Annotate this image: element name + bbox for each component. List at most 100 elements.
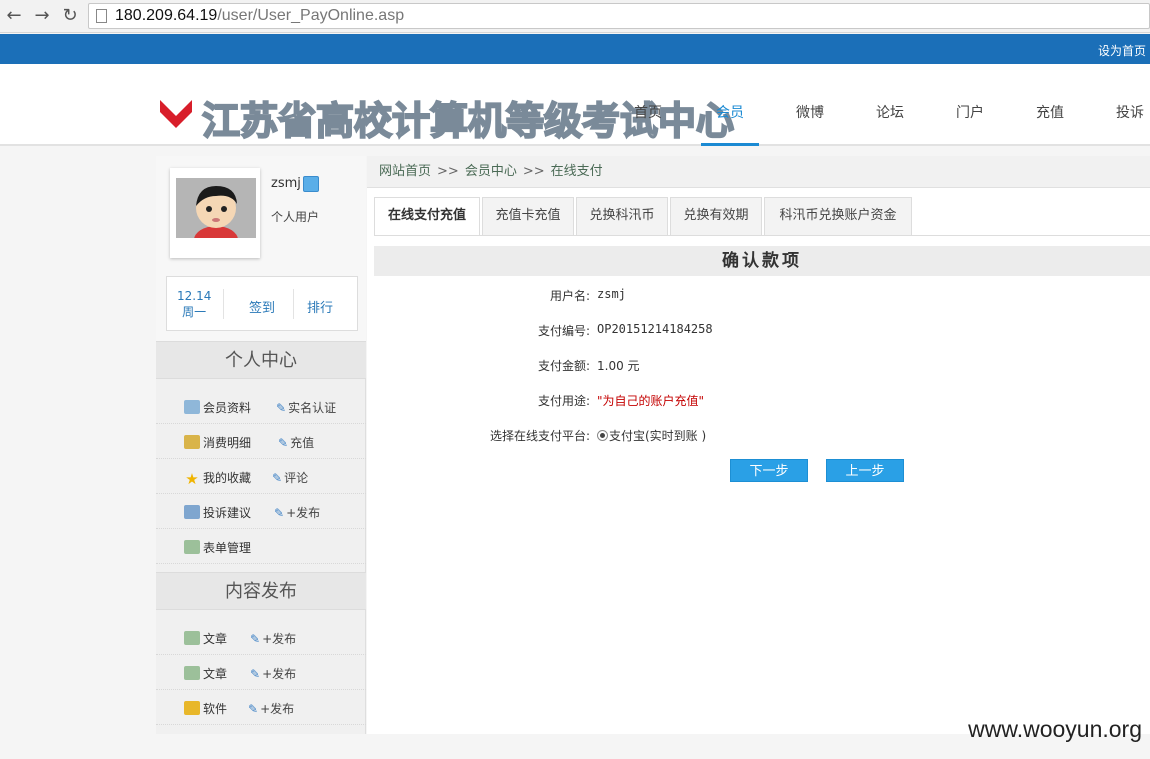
menu-article[interactable]: 文章 <box>184 630 227 647</box>
prev-step-button[interactable]: 上一步 <box>826 459 904 482</box>
menu-complaint-publish[interactable]: ✎ +发布 <box>274 504 320 521</box>
form-row-purpose: 支付用途: "为自己的账户充值" <box>367 392 1150 412</box>
breadcrumb: 网站首页 >> 会员中心 >> 在线支付 <box>367 156 1150 188</box>
checkin-box: 12.14 周一 签到 排行 <box>166 276 358 331</box>
menu-verify[interactable]: ✎ 实名认证 <box>276 399 336 416</box>
menu-verify-label: 实名认证 <box>288 401 337 415</box>
star-icon: ★ <box>185 470 199 488</box>
menu-recharge[interactable]: ✎ 充值 <box>278 434 314 451</box>
menu-complaint[interactable]: 投诉建议 <box>184 504 251 521</box>
nav-member[interactable]: 会员 <box>716 102 744 122</box>
menu-consumption[interactable]: 消费明细 <box>184 434 251 451</box>
menu-profile[interactable]: 会员资料 <box>184 399 251 416</box>
menu-favorites[interactable]: ★ 我的收藏 <box>184 469 252 488</box>
nav-portal[interactable]: 门户 <box>956 102 984 122</box>
tab-coin-to-funds[interactable]: 科汛币兑换账户资金 <box>764 197 912 235</box>
menu-row: 会员资料 ✎ 实名认证 <box>156 389 366 424</box>
logo-mark-icon <box>160 96 192 128</box>
pencil-icon: ✎ <box>278 436 289 450</box>
menu-forms[interactable]: 表单管理 <box>184 539 251 556</box>
form-row-username: 用户名: zsmj <box>367 287 1150 307</box>
menu-software-publish[interactable]: ✎ +发布 <box>248 700 294 717</box>
menu-row: 文章 ✎ +发布 <box>156 655 366 690</box>
username-label: 用户名: <box>549 289 590 303</box>
menu-software-label: 软件 <box>203 702 228 716</box>
id-card-icon <box>184 400 200 414</box>
avatar-image <box>176 178 256 238</box>
breadcrumb-member-center[interactable]: 会员中心 <box>465 164 517 179</box>
tab-online-pay[interactable]: 在线支付充值 <box>374 197 480 236</box>
profile-box: zsmj 个人用户 12.14 周一 签到 排行 <box>156 156 366 341</box>
user-badge-icon <box>303 176 319 192</box>
checkin-link[interactable]: 签到 <box>249 297 275 316</box>
menu-software[interactable]: 软件 <box>184 700 227 717</box>
url-path: /user/User_PayOnline.asp <box>217 7 405 24</box>
site-header: 江苏省高校计算机等级考试中心 首页 会员 微博 论坛 门户 充值 投诉 <box>0 64 1150 146</box>
purpose-label: 支付用途: <box>537 394 590 408</box>
menu-complaint-publish-label: +发布 <box>286 506 321 520</box>
menu-row: ★ 我的收藏 ✎ 评论 <box>156 459 366 494</box>
username-value: zsmj <box>597 287 626 301</box>
menu-forms-label: 表单管理 <box>203 541 252 555</box>
user-type: 个人用户 <box>271 210 320 224</box>
menu-article-2-publish-label: +发布 <box>262 667 297 681</box>
page-icon <box>96 9 107 23</box>
rank-link[interactable]: 排行 <box>307 297 333 316</box>
menu-article-publish[interactable]: ✎ +发布 <box>250 630 296 647</box>
menu-row: 文章 ✎ +发布 <box>156 620 366 655</box>
set-home-link[interactable]: 设为首页 <box>1098 42 1146 59</box>
sidebar: zsmj 个人用户 12.14 周一 签到 排行 个人中心 会员资料 ✎ 实名认证… <box>156 156 366 734</box>
radio-selected[interactable] <box>597 430 608 441</box>
reload-icon[interactable]: ↻ <box>59 5 81 27</box>
menu-article-2[interactable]: 文章 <box>184 665 227 682</box>
tab-divider <box>374 235 1150 236</box>
pencil-icon: ✎ <box>274 506 285 520</box>
nav-complaint[interactable]: 投诉 <box>1116 102 1144 122</box>
menu-row: 表单管理 <box>156 529 366 564</box>
nav-recharge[interactable]: 充值 <box>1036 102 1064 122</box>
nav-home[interactable]: 首页 <box>634 102 662 122</box>
next-step-button[interactable]: 下一步 <box>730 459 808 482</box>
browser-toolbar: ← → ↻ 180.209.64.19/user/User_PayOnline.… <box>0 0 1150 33</box>
order-value: OP20151214184258 <box>597 322 713 336</box>
watermark: www.wooyun.org <box>968 716 1142 742</box>
menu-article-2-label: 文章 <box>203 667 228 681</box>
menu-comment[interactable]: ✎ 评论 <box>272 469 308 486</box>
breadcrumb-online-pay: 在线支付 <box>550 164 603 179</box>
nav-forum[interactable]: 论坛 <box>876 102 904 122</box>
article-icon <box>184 666 200 680</box>
cartoon-avatar-icon <box>176 178 256 238</box>
menu-row: 消费明细 ✎ 充值 <box>156 424 366 459</box>
menu-recharge-label: 充值 <box>290 436 315 450</box>
platform-option[interactable]: 支付宝(实时到账 ) <box>597 427 706 444</box>
nav-active-indicator <box>701 143 759 146</box>
divider <box>293 289 294 319</box>
breadcrumb-home[interactable]: 网站首页 <box>379 164 431 179</box>
tab-exchange-validity[interactable]: 兑换有效期 <box>670 197 762 235</box>
avatar[interactable] <box>170 168 260 258</box>
tab-exchange-coin[interactable]: 兑换科汛币 <box>576 197 668 235</box>
back-icon[interactable]: ← <box>3 5 25 27</box>
url-host: 180.209.64.19 <box>115 7 218 24</box>
content-publish-title: 内容发布 <box>156 572 366 610</box>
breadcrumb-separator: >> <box>437 164 459 179</box>
menu-article-publish-label: +发布 <box>262 632 297 646</box>
amount-value: 1.00 元 <box>597 359 640 373</box>
menu-row: 投诉建议 ✎ +发布 <box>156 494 366 529</box>
username: zsmj <box>271 176 301 191</box>
order-label: 支付编号: <box>537 324 590 338</box>
form-row-platform: 选择在线支付平台: 支付宝(实时到账 ) <box>367 427 1150 447</box>
address-bar[interactable]: 180.209.64.19/user/User_PayOnline.asp <box>88 3 1150 29</box>
purpose-value: "为自己的账户充值" <box>597 394 705 408</box>
breadcrumb-separator: >> <box>522 164 545 179</box>
document-icon <box>184 505 200 519</box>
tab-card-recharge[interactable]: 充值卡充值 <box>482 197 574 235</box>
menu-consumption-label: 消费明细 <box>203 436 252 450</box>
menu-article-2-publish[interactable]: ✎ +发布 <box>250 665 296 682</box>
main-content: 网站首页 >> 会员中心 >> 在线支付 在线支付充值 充值卡充值 兑换科汛币 兑换有效… <box>367 156 1150 734</box>
nav-weibo[interactable]: 微博 <box>796 102 824 122</box>
platform-label: 选择在线支付平台: <box>489 429 590 443</box>
amount-label: 支付金额: <box>537 359 590 373</box>
forward-icon[interactable]: → <box>31 5 53 27</box>
menu-favorites-label: 我的收藏 <box>203 471 252 485</box>
